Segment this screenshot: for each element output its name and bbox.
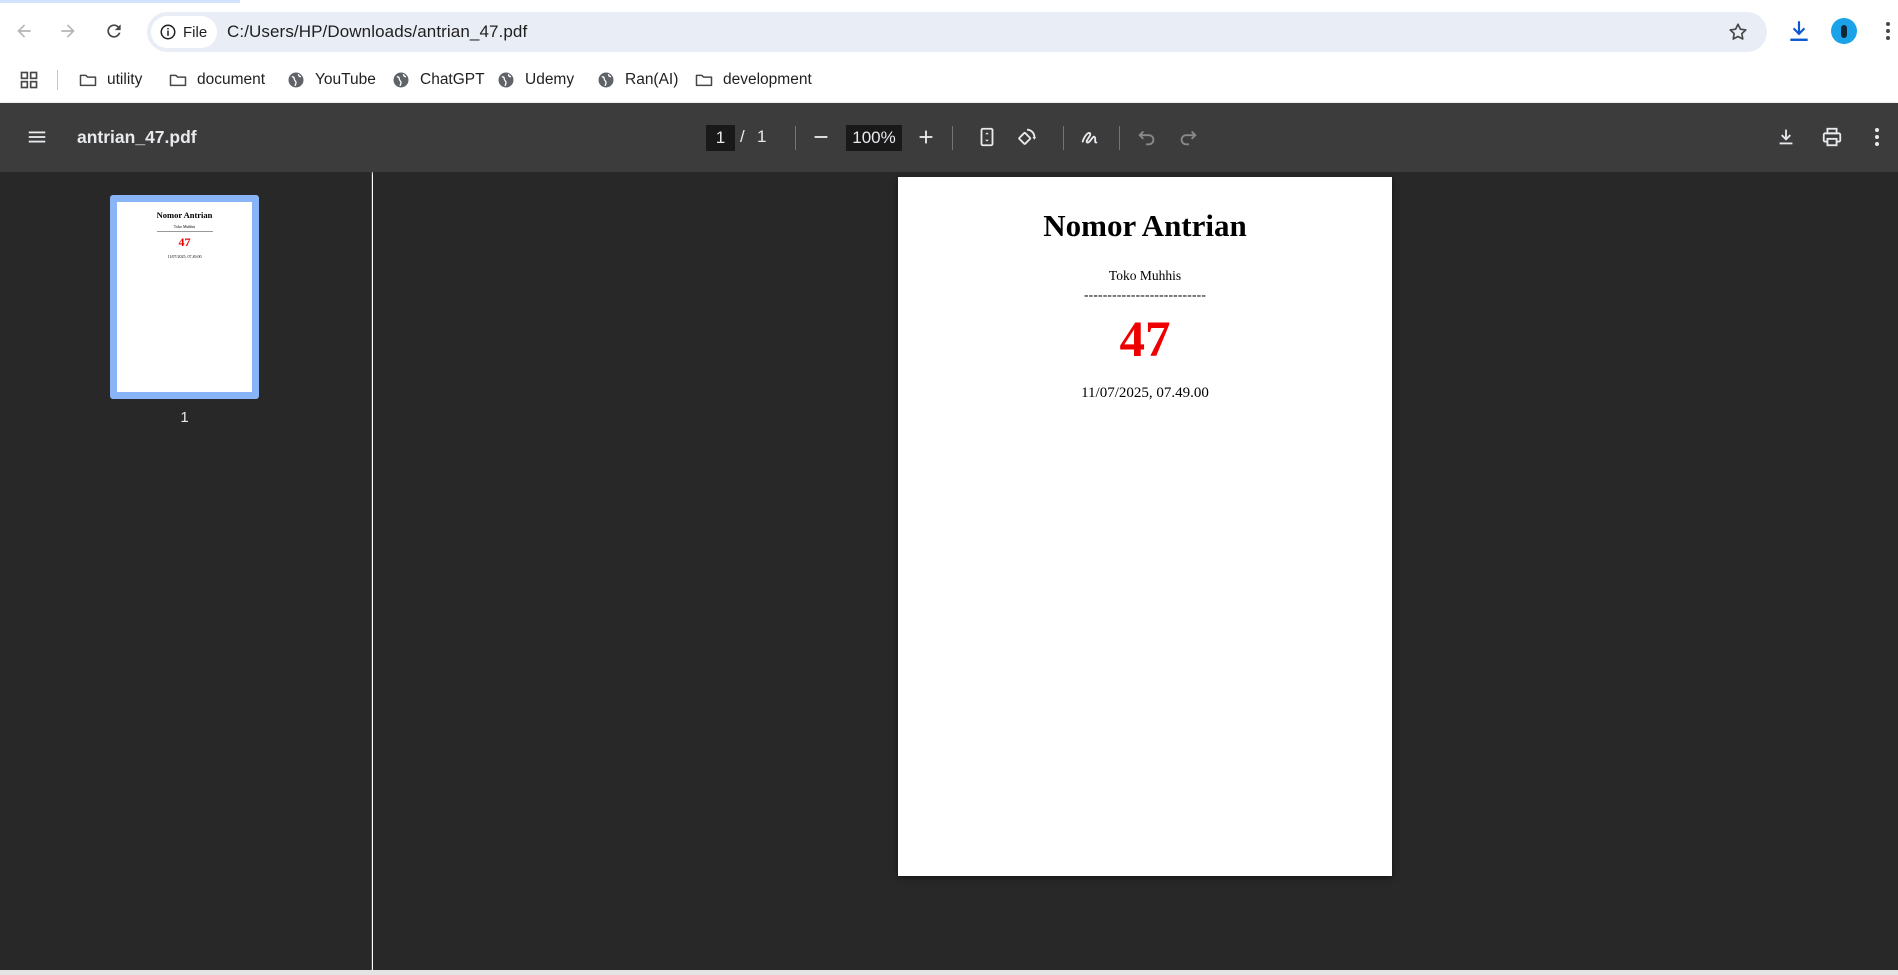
folder-icon [695, 74, 713, 87]
sidebar-toggle-button[interactable] [24, 124, 50, 150]
minus-icon [814, 136, 828, 138]
bookmark-label: utility [107, 71, 143, 88]
page-total: 1 [757, 127, 767, 146]
bookmark-label: development [723, 71, 812, 88]
address-bar[interactable]: File C:/Users/HP/Downloads/antrian_47.pd… [147, 12, 1767, 52]
site-info-chip[interactable]: File [151, 16, 218, 48]
rotate-button[interactable] [1014, 124, 1040, 150]
more-vert-icon [1886, 22, 1890, 40]
menu-icon [28, 131, 46, 143]
back-button[interactable] [7, 14, 41, 48]
window-bottom-edge [0, 970, 1898, 975]
page-thumbnail[interactable]: Nomor Antrian Toko Muhhis 47 11/07/2025,… [110, 195, 259, 399]
page-number-input[interactable]: 1 [706, 125, 735, 151]
undo-icon [1138, 130, 1155, 146]
bookmark-chatgpt[interactable]: ChatGPT [391, 65, 485, 95]
toolbar-divider [1063, 126, 1064, 150]
pdf-download-button[interactable] [1773, 124, 1799, 150]
store-name: Toko Muhhis [1108, 268, 1182, 283]
page-separator: / [740, 127, 745, 146]
globe-icon [288, 72, 304, 88]
site-chip-label: File [183, 23, 208, 41]
bookmark-utility[interactable]: utility [78, 65, 142, 95]
bookmarks-divider [57, 70, 58, 90]
document-title: antrian_47.pdf [77, 127, 197, 147]
folder-icon [169, 74, 187, 87]
bookmark-udemy[interactable]: Udemy [496, 65, 574, 95]
folder-icon [79, 74, 97, 87]
profile-button[interactable] [1830, 17, 1858, 45]
bookmark-youtube[interactable]: YouTube [286, 65, 376, 95]
forward-button[interactable] [51, 14, 85, 48]
thumbnail-sidebar: Nomor Antrian Toko Muhhis 47 11/07/2025,… [0, 172, 372, 970]
timestamp: 11/07/2025, 07.49.00 [1081, 385, 1209, 401]
thumbnail-store: Toko Muhhis [173, 224, 196, 229]
star-icon[interactable] [1727, 21, 1749, 43]
page-title: Nomor Antrian [1043, 208, 1247, 243]
pdf-more-button[interactable] [1864, 124, 1890, 150]
queue-number: 47 [1119, 312, 1171, 368]
fit-to-page-button[interactable] [974, 124, 1000, 150]
thumbnail-separator [156, 231, 213, 232]
draw-icon [1081, 132, 1098, 144]
reload-button[interactable] [97, 14, 131, 48]
apps-grid-icon [20, 71, 38, 89]
reload-icon [107, 24, 121, 38]
bookmark-label: Udemy [525, 71, 575, 88]
bookmark-label: Ran(AI) [625, 71, 679, 88]
redo-button[interactable] [1175, 124, 1201, 150]
pdf-toolbar: antrian_47.pdf 1 / 1 100% [0, 103, 1898, 172]
dashed-separator: -------------------------- [1083, 287, 1207, 302]
plus-icon [919, 130, 933, 144]
download-icon [1779, 129, 1793, 145]
redo-icon [1180, 130, 1197, 146]
globe-icon [498, 72, 514, 88]
more-vert-icon [1875, 128, 1879, 146]
apps-button[interactable] [19, 65, 39, 95]
avatar [1831, 18, 1857, 44]
forward-arrow-icon [61, 24, 75, 38]
document-viewport[interactable]: Nomor Antrian Toko Muhhis --------------… [373, 172, 1898, 970]
bookmark-ran-ai[interactable]: Ran(AI) [596, 65, 678, 95]
thumbnail-page-label: 1 [180, 409, 189, 426]
print-icon [1822, 127, 1842, 147]
download-icon [1790, 21, 1808, 41]
thumbnail-title: Nomor Antrian [156, 210, 213, 220]
downloads-button[interactable] [1785, 17, 1813, 45]
toolbar-divider [795, 126, 796, 150]
info-icon [160, 24, 176, 40]
fit-page-icon [980, 127, 994, 147]
browser-toolbar: File C:/Users/HP/Downloads/antrian_47.pd… [0, 3, 1898, 59]
thumbnail-queue-number: 47 [178, 235, 191, 249]
globe-icon [393, 72, 409, 88]
bookmark-label: document [197, 71, 266, 88]
draw-annotation-button[interactable] [1077, 124, 1103, 150]
back-arrow-icon [17, 24, 31, 38]
rotate-icon [1018, 128, 1037, 145]
browser-menu-button[interactable] [1874, 17, 1898, 45]
zoom-level-input[interactable]: 100% [846, 125, 902, 151]
globe-icon [598, 72, 614, 88]
undo-button[interactable] [1134, 124, 1160, 150]
bookmark-label: ChatGPT [420, 71, 485, 88]
pdf-page: Nomor Antrian Toko Muhhis --------------… [898, 177, 1392, 876]
zoom-in-button[interactable] [913, 124, 939, 150]
print-button[interactable] [1819, 124, 1845, 150]
toolbar-divider [1119, 126, 1120, 150]
toolbar-divider [952, 126, 953, 150]
thumbnail-timestamp: 11/07/2025, 07.49.00 [167, 254, 202, 259]
bookmark-label: YouTube [315, 71, 376, 88]
zoom-out-button[interactable] [808, 124, 834, 150]
bookmark-document[interactable]: document [168, 65, 265, 95]
bookmark-development[interactable]: development [694, 65, 812, 95]
url-text[interactable]: C:/Users/HP/Downloads/antrian_47.pdf [227, 22, 527, 42]
bookmarks-bar: utility document YouTube ChatGPT Udemy R… [0, 59, 1898, 103]
thumbnail-page-preview: Nomor Antrian Toko Muhhis 47 11/07/2025,… [117, 202, 252, 392]
